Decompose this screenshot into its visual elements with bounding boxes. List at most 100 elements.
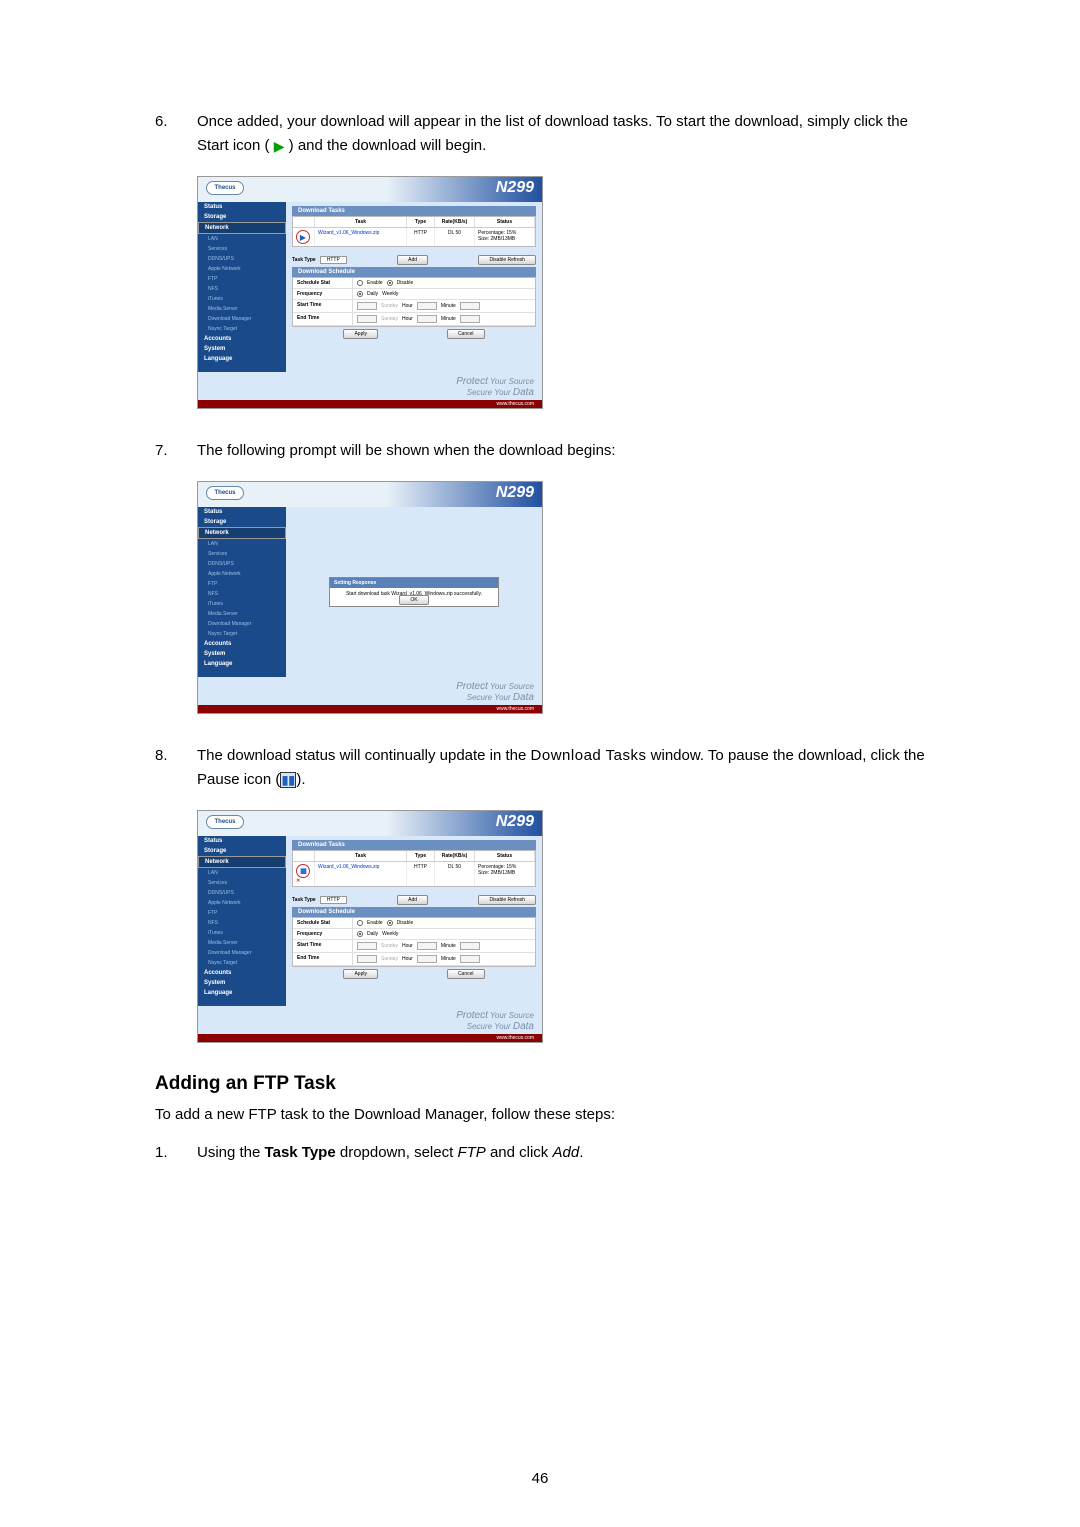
sidebar-item-apple[interactable]: Apple Network <box>198 264 286 274</box>
sidebar-item-media[interactable]: Media Server <box>198 304 286 314</box>
sidebar-item-nsync[interactable]: Nsync Target <box>198 629 286 639</box>
sidebar-item-itunes[interactable]: iTunes <box>198 599 286 609</box>
task-status: Percentage: 15% Size: 2MB/13MB <box>475 228 535 246</box>
sidebar-item-nfs[interactable]: NFS <box>198 589 286 599</box>
sidebar-cat-network[interactable]: Network <box>198 527 286 539</box>
sidebar-cat-language[interactable]: Language <box>198 354 286 364</box>
sidebar-item-services[interactable]: Services <box>198 549 286 559</box>
sidebar-cat-storage[interactable]: Storage <box>198 517 286 527</box>
sidebar-cat-system[interactable]: System <box>198 649 286 659</box>
model-label: N299 <box>496 179 534 197</box>
sidebar-item-dlmgr[interactable]: Download Manager <box>198 948 286 958</box>
end-day-input[interactable] <box>357 955 377 963</box>
sidebar-cat-status[interactable]: Status <box>198 507 286 517</box>
disable-radio[interactable] <box>387 280 393 286</box>
sidebar-item-ddns[interactable]: DDNS/UPS <box>198 888 286 898</box>
schedule-table: Schedule Stat Enable Disable Frequency D… <box>292 917 536 967</box>
model-label: N299 <box>496 484 534 502</box>
sidebar-item-ddns[interactable]: DDNS/UPS <box>198 559 286 569</box>
sidebar-item-nfs[interactable]: NFS <box>198 918 286 928</box>
sidebar-item-nsync[interactable]: Nsync Target <box>198 324 286 334</box>
add-button[interactable]: Add <box>397 255 428 265</box>
frequency-label: Frequency <box>293 289 353 299</box>
cancel-button[interactable]: Cancel <box>447 329 485 339</box>
ftp-term: FTP <box>457 1144 485 1161</box>
sidebar-item-media[interactable]: Media Server <box>198 609 286 619</box>
sidebar-item-apple[interactable]: Apple Network <box>198 569 286 579</box>
sidebar-item-services[interactable]: Services <box>198 878 286 888</box>
disable-refresh-button[interactable]: Disable Refresh <box>478 895 536 905</box>
sidebar-item-ftp[interactable]: FTP <box>198 274 286 284</box>
start-minute-input[interactable] <box>460 302 480 310</box>
task-status: Percentage: 15% Size: 2MB/13MB <box>475 862 535 886</box>
add-button[interactable]: Add <box>397 895 428 905</box>
end-minute-input[interactable] <box>460 315 480 323</box>
sidebar-cat-status[interactable]: Status <box>198 202 286 212</box>
ftp-step-1: 1. Using the Task Type dropdown, select … <box>155 1141 925 1165</box>
disable-radio[interactable] <box>387 920 393 926</box>
enable-radio[interactable] <box>357 920 363 926</box>
brand-logo: Thecus <box>206 486 244 500</box>
sidebar-cat-system[interactable]: System <box>198 978 286 988</box>
col-type: Type <box>407 217 435 227</box>
apply-button[interactable]: Apply <box>343 329 378 339</box>
task-name[interactable]: Wizard_v1.06_Windows.zip <box>315 228 407 246</box>
sidebar-cat-accounts[interactable]: Accounts <box>198 334 286 344</box>
sidebar-item-media[interactable]: Media Server <box>198 938 286 948</box>
start-day-input[interactable] <box>357 942 377 950</box>
sidebar-cat-accounts[interactable]: Accounts <box>198 968 286 978</box>
sidebar-cat-network[interactable]: Network <box>198 856 286 868</box>
task-type-select[interactable]: HTTP <box>320 896 347 904</box>
daily-radio[interactable] <box>357 291 363 297</box>
pause-task-icon[interactable]: ▮▮ <box>296 864 310 878</box>
sidebar-item-ddns[interactable]: DDNS/UPS <box>198 254 286 264</box>
sidebar-item-services[interactable]: Services <box>198 244 286 254</box>
schedule-stat-value: Enable Disable <box>353 278 535 288</box>
end-day-input[interactable] <box>357 315 377 323</box>
sidebar-item-apple[interactable]: Apple Network <box>198 898 286 908</box>
footer: Protect Your Source Secure Your Data <box>198 372 542 400</box>
sidebar-cat-system[interactable]: System <box>198 344 286 354</box>
step-number: 6. <box>155 110 197 158</box>
ok-button[interactable]: OK <box>399 595 428 605</box>
sidebar-cat-storage[interactable]: Storage <box>198 846 286 856</box>
sidebar-cat-status[interactable]: Status <box>198 836 286 846</box>
sidebar-item-nfs[interactable]: NFS <box>198 284 286 294</box>
task-add-row: Task Type HTTP Add Disable Refresh <box>292 895 536 905</box>
daily-radio[interactable] <box>357 931 363 937</box>
task-name[interactable]: Wizard_v1.06_Windows.zip <box>315 862 407 886</box>
cancel-button[interactable]: Cancel <box>447 969 485 979</box>
start-day-input[interactable] <box>357 302 377 310</box>
task-type-select[interactable]: HTTP <box>320 256 347 264</box>
end-minute-input[interactable] <box>460 955 480 963</box>
disable-refresh-button[interactable]: Disable Refresh <box>478 255 536 265</box>
start-hour-input[interactable] <box>417 942 437 950</box>
sidebar-cat-storage[interactable]: Storage <box>198 212 286 222</box>
frequency-value: Daily Weekly <box>353 289 535 299</box>
sidebar-cat-language[interactable]: Language <box>198 659 286 669</box>
sidebar-item-dlmgr[interactable]: Download Manager <box>198 619 286 629</box>
sidebar-cat-network[interactable]: Network <box>198 222 286 234</box>
start-task-icon[interactable]: ▶ <box>296 230 310 244</box>
row-actions[interactable]: ▮▮ ✕ <box>293 862 315 886</box>
start-hour-input[interactable] <box>417 302 437 310</box>
model-label: N299 <box>496 813 534 831</box>
enable-radio[interactable] <box>357 280 363 286</box>
end-hour-input[interactable] <box>417 315 437 323</box>
sidebar-item-itunes[interactable]: iTunes <box>198 928 286 938</box>
sidebar-item-lan[interactable]: LAN <box>198 234 286 244</box>
sidebar-cat-language[interactable]: Language <box>198 988 286 998</box>
sidebar-item-dlmgr[interactable]: Download Manager <box>198 314 286 324</box>
sidebar-item-ftp[interactable]: FTP <box>198 908 286 918</box>
end-hour-input[interactable] <box>417 955 437 963</box>
sidebar-item-lan[interactable]: LAN <box>198 539 286 549</box>
apply-button[interactable]: Apply <box>343 969 378 979</box>
stop-task-icon[interactable]: ✕ <box>296 878 300 884</box>
sidebar-item-ftp[interactable]: FTP <box>198 579 286 589</box>
start-minute-input[interactable] <box>460 942 480 950</box>
sidebar-item-itunes[interactable]: iTunes <box>198 294 286 304</box>
sidebar-item-nsync[interactable]: Nsync Target <box>198 958 286 968</box>
row-actions[interactable]: ▶ <box>293 228 315 246</box>
sidebar-cat-accounts[interactable]: Accounts <box>198 639 286 649</box>
sidebar-item-lan[interactable]: LAN <box>198 868 286 878</box>
